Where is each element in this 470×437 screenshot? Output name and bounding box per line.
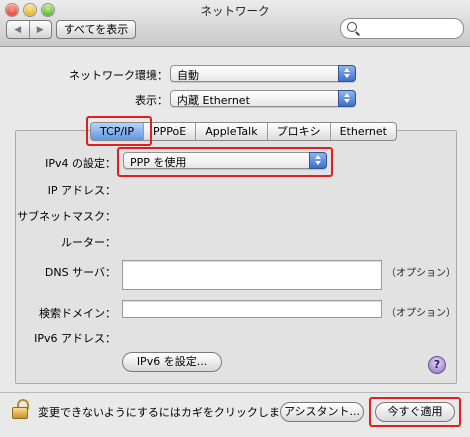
search-field[interactable] bbox=[340, 18, 464, 39]
show-value: 内蔵 Ethernet bbox=[177, 94, 250, 107]
subnet-mask-label: サブネットマスク： bbox=[17, 210, 116, 223]
router-label: ルーター： bbox=[61, 236, 116, 249]
dns-server-field[interactable] bbox=[122, 260, 382, 290]
ipv4-label: IPv4 の設定： bbox=[45, 157, 116, 170]
assistant-button[interactable]: アシスタント... bbox=[280, 402, 364, 422]
configure-ipv6-button[interactable]: IPv6 を設定... bbox=[122, 352, 222, 372]
back-forward-group: ◀ ▶ bbox=[6, 20, 52, 39]
apply-now-button[interactable]: 今すぐ適用 bbox=[375, 402, 455, 422]
tab-appletalk[interactable]: AppleTalk bbox=[195, 123, 266, 140]
search-domain-label: 検索ドメイン： bbox=[39, 307, 116, 320]
search-domain-field[interactable] bbox=[122, 300, 382, 318]
tab-proxy[interactable]: プロキシ bbox=[266, 123, 330, 140]
dns-server-label: DNS サーバ： bbox=[44, 266, 116, 279]
footer-separator bbox=[0, 392, 470, 393]
location-value: 自動 bbox=[177, 69, 199, 82]
search-domain-optional-note: （オプション） bbox=[386, 308, 456, 319]
popup-arrows-icon bbox=[309, 152, 327, 169]
search-icon bbox=[347, 22, 357, 32]
popup-arrows-icon bbox=[338, 65, 356, 82]
tab-tcpip[interactable]: TCP/IP bbox=[91, 123, 143, 140]
network-preferences-window: ネットワーク ◀ ▶ すべてを表示 ネットワーク環境： 自動 表示： 内蔵 Et… bbox=[0, 0, 470, 437]
lock-instruction-text: 変更できないようにするにはカギをクリックします。 bbox=[38, 406, 301, 419]
show-label: 表示： bbox=[135, 94, 168, 107]
title-bar: ネットワーク ◀ ▶ すべてを表示 bbox=[0, 0, 470, 47]
tab-bar: TCP/IP PPPoE AppleTalk プロキシ Ethernet bbox=[90, 122, 397, 141]
tab-ethernet[interactable]: Ethernet bbox=[329, 123, 396, 140]
back-button[interactable]: ◀ bbox=[7, 21, 29, 38]
show-all-button[interactable]: すべてを表示 bbox=[56, 20, 136, 39]
tab-pppoe[interactable]: PPPoE bbox=[142, 123, 195, 140]
forward-button[interactable]: ▶ bbox=[28, 21, 52, 38]
show-popup[interactable]: 内蔵 Ethernet bbox=[170, 90, 356, 107]
window-title: ネットワーク bbox=[200, 4, 270, 18]
ipv4-config-value: PPP を使用 bbox=[130, 156, 187, 169]
lock-icon[interactable] bbox=[12, 399, 29, 419]
dns-optional-note: （オプション） bbox=[386, 268, 456, 279]
ipv4-config-popup[interactable]: PPP を使用 bbox=[123, 152, 327, 169]
ip-address-label: IP アドレス： bbox=[47, 184, 116, 197]
location-label: ネットワーク環境： bbox=[69, 69, 168, 82]
ipv6-address-label: IPv6 アドレス： bbox=[34, 332, 116, 345]
popup-arrows-icon bbox=[338, 90, 356, 107]
location-popup[interactable]: 自動 bbox=[170, 65, 356, 82]
help-icon[interactable]: ? bbox=[428, 356, 446, 374]
